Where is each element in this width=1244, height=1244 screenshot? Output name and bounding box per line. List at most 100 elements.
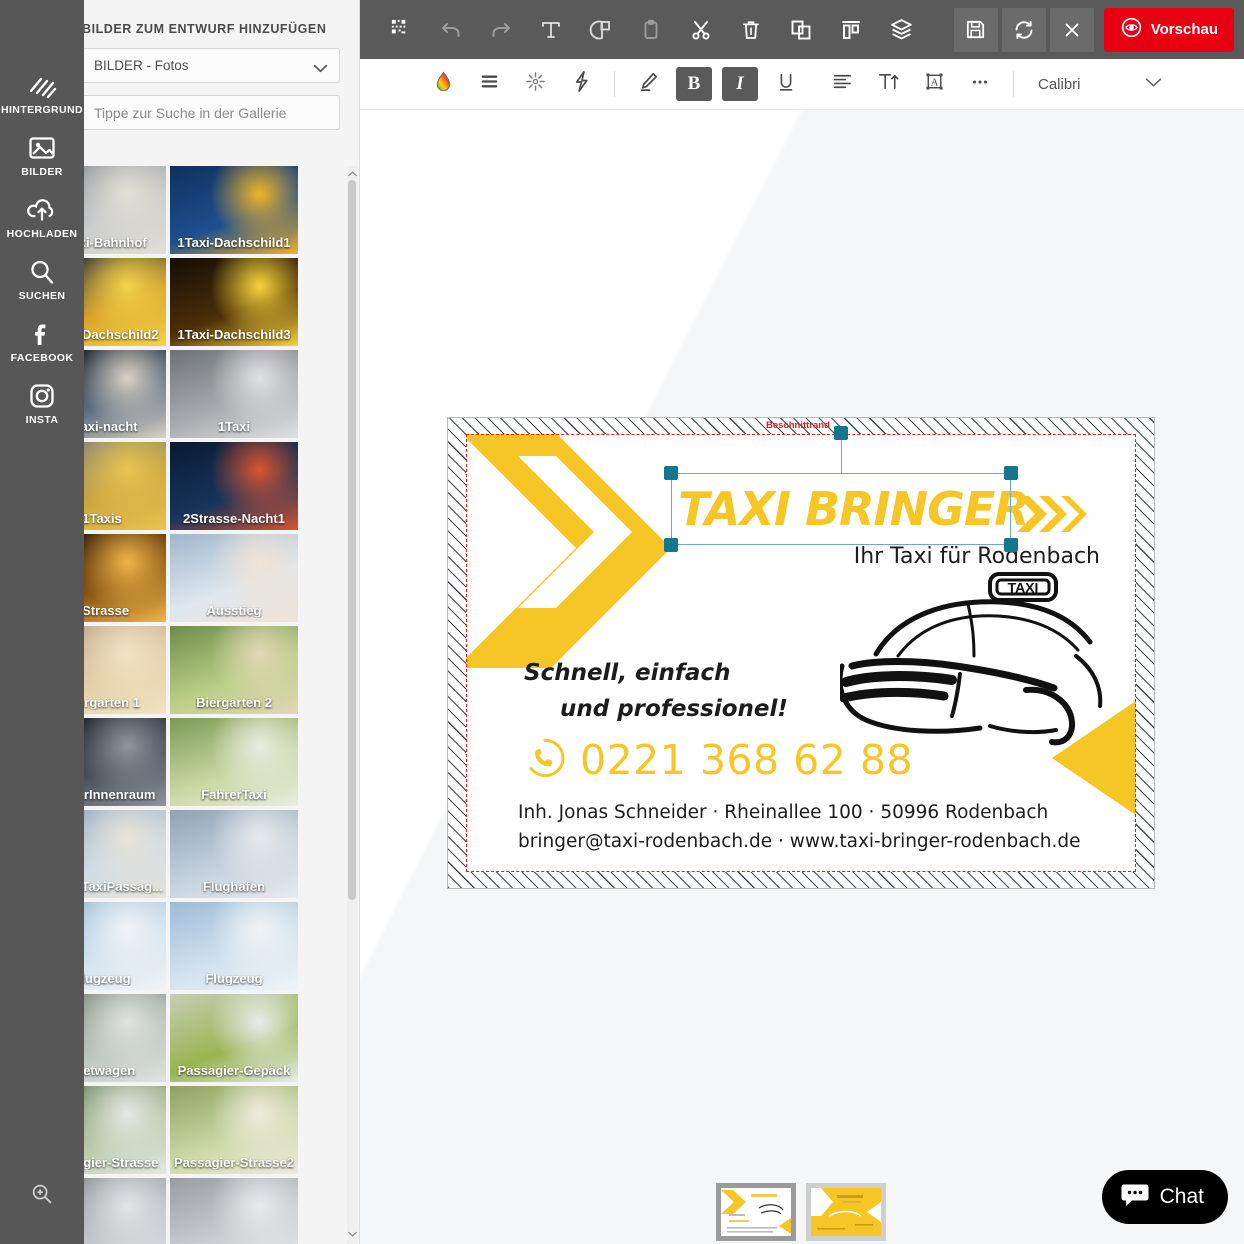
- align-button[interactable]: [826, 9, 876, 51]
- chat-widget-button[interactable]: Chat: [1101, 1170, 1228, 1224]
- triple-chevron-icon: [1017, 496, 1087, 532]
- chat-bubble-icon: [1120, 1181, 1150, 1214]
- gallery-tile-label: 2Strasse-Nacht1: [183, 511, 285, 526]
- pen-icon: [637, 70, 660, 98]
- gallery-tile[interactable]: Ausstieg: [170, 534, 298, 622]
- layers-button[interactable]: [876, 9, 926, 51]
- sidebar-item-facebook[interactable]: FACEBOOK: [0, 310, 84, 372]
- images-panel: BILDER ZUM ENTWURF HINZUFÜGEN BILDER - F…: [36, 0, 360, 1244]
- sidebar-item-suchen[interactable]: SUCHEN: [0, 248, 84, 310]
- color-drop-icon: [432, 70, 455, 98]
- chat-widget-label: Chat: [1159, 1185, 1204, 1208]
- qr-code-icon: [390, 18, 413, 41]
- chevron-down-icon[interactable]: [346, 1228, 358, 1242]
- gallery-tile-label: Biergarten 2: [196, 695, 272, 710]
- color-picker-button[interactable]: [420, 67, 466, 101]
- gallery-tile[interactable]: 1Taxi-Dachschild1: [170, 166, 298, 254]
- svg-text:A: A: [930, 78, 938, 89]
- preview-button[interactable]: Vorschau: [1103, 7, 1234, 52]
- gallery-search-input[interactable]: Tippe zur Suche in der Gallerie: [82, 95, 340, 130]
- phone-circle-icon: [524, 737, 566, 784]
- page-thumb-back[interactable]: [806, 1183, 886, 1241]
- underline-button[interactable]: [763, 67, 809, 101]
- shadow-button[interactable]: [558, 67, 604, 101]
- gallery-tile-label: FahrerTaxi: [201, 787, 267, 802]
- card-tagline[interactable]: Ihr Taxi für Rodenbach: [854, 544, 1100, 569]
- text-size-button[interactable]: [865, 67, 911, 101]
- sidebar-item-hochladen[interactable]: HOCHLADEN: [0, 186, 84, 248]
- italic-button[interactable]: I: [722, 67, 758, 101]
- page-thumb-front-art: [721, 1188, 791, 1236]
- category-select[interactable]: BILDER - Fotos: [82, 48, 340, 83]
- artboard[interactable]: TAXI BRINGER Ihr Taxi für Rodenbach Schn…: [447, 417, 1155, 889]
- resize-handle-bl[interactable]: [664, 538, 678, 552]
- effects-button[interactable]: [512, 67, 558, 101]
- taxi-car-illustration[interactable]: TAXI: [840, 570, 1110, 750]
- font-family-select[interactable]: Calibri: [1038, 76, 1081, 93]
- main-toolbar: Vorschau: [360, 0, 1244, 59]
- bold-button[interactable]: B: [676, 67, 712, 101]
- gallery-tile[interactable]: 1Taxi: [170, 350, 298, 438]
- line-spacing-button[interactable]: [466, 67, 512, 101]
- gallery-scroll-thumb[interactable]: [348, 180, 356, 900]
- page-thumb-front[interactable]: [716, 1183, 796, 1241]
- category-select-value: BILDER - Fotos: [94, 58, 189, 73]
- zoom-in-button[interactable]: [0, 1176, 84, 1216]
- gallery-scrollbar[interactable]: [347, 166, 357, 1244]
- gallery-search-placeholder: Tippe zur Suche in der Gallerie: [94, 104, 287, 121]
- preview-button-label: Vorschau: [1150, 21, 1218, 38]
- add-text-button[interactable]: [526, 9, 576, 51]
- refresh-button[interactable]: [1001, 7, 1046, 52]
- text-size-icon: [877, 70, 900, 98]
- add-shape-button[interactable]: [576, 9, 626, 51]
- eye-icon: [1120, 16, 1143, 43]
- gallery-tile[interactable]: 1Taxi-Dachschild3: [170, 258, 298, 346]
- sidebar-item-hintergrund[interactable]: HINTERGRUND: [0, 62, 84, 124]
- chevron-up-icon[interactable]: [346, 168, 358, 182]
- align-left-icon: [831, 70, 854, 98]
- align-left-button[interactable]: [819, 67, 865, 101]
- gallery-tile-label: Passagier-Gepäck: [177, 1063, 291, 1078]
- cut-button[interactable]: [676, 9, 726, 51]
- card-slogan[interactable]: Schnell, einfach und professionel!: [524, 656, 788, 727]
- gallery-tile[interactable]: Flughafen: [170, 810, 298, 898]
- refresh-icon: [1012, 18, 1036, 42]
- card-address[interactable]: Inh. Jonas Schneider · Rheinallee 100 · …: [518, 799, 1081, 856]
- qr-code-button[interactable]: [376, 9, 426, 51]
- gallery-tile[interactable]: [170, 1178, 298, 1244]
- gallery-tile[interactable]: Flugzeug: [170, 902, 298, 990]
- resize-handle-br[interactable]: [1004, 538, 1018, 552]
- text-box-button[interactable]: A: [911, 67, 957, 101]
- facebook-icon: [27, 319, 57, 349]
- scissors-icon: [689, 18, 713, 42]
- chevron-down-icon: [313, 61, 328, 73]
- sidebar-item-bilder[interactable]: BILDER: [0, 124, 84, 186]
- redo-icon: [489, 18, 513, 42]
- page-thumbnails: [716, 1183, 886, 1241]
- save-button[interactable]: [953, 7, 998, 52]
- paste-button[interactable]: [626, 9, 676, 51]
- highlighter-button[interactable]: [625, 67, 671, 101]
- chevron-down-icon[interactable]: [1145, 75, 1162, 93]
- delete-button[interactable]: [726, 9, 776, 51]
- sidebar-item-label: FACEBOOK: [10, 351, 74, 364]
- selection-box: [671, 473, 1011, 545]
- toolbar-divider-2: [1013, 71, 1014, 97]
- design-canvas[interactable]: TAXI BRINGER Ihr Taxi für Rodenbach Schn…: [360, 110, 1244, 1244]
- redo-button[interactable]: [476, 9, 526, 51]
- gallery-tile-label: 1Taxi-Dachschild1: [177, 235, 291, 250]
- gallery-tile[interactable]: 2Strasse-Nacht1: [170, 442, 298, 530]
- rotate-handle[interactable]: [834, 426, 848, 440]
- search-icon: [27, 257, 57, 287]
- gallery-tile[interactable]: Passagier-Strasse2: [170, 1086, 298, 1174]
- duplicate-button[interactable]: [776, 9, 826, 51]
- resize-handle-tl[interactable]: [664, 466, 678, 480]
- gallery-tile[interactable]: FahrerTaxi: [170, 718, 298, 806]
- resize-handle-tr[interactable]: [1004, 466, 1018, 480]
- close-button[interactable]: [1049, 7, 1094, 52]
- more-options-button[interactable]: [957, 67, 1003, 101]
- undo-button[interactable]: [426, 9, 476, 51]
- gallery-tile[interactable]: Passagier-Gepäck: [170, 994, 298, 1082]
- gallery-tile[interactable]: Biergarten 2: [170, 626, 298, 714]
- sidebar-item-insta[interactable]: INSTA: [0, 372, 84, 434]
